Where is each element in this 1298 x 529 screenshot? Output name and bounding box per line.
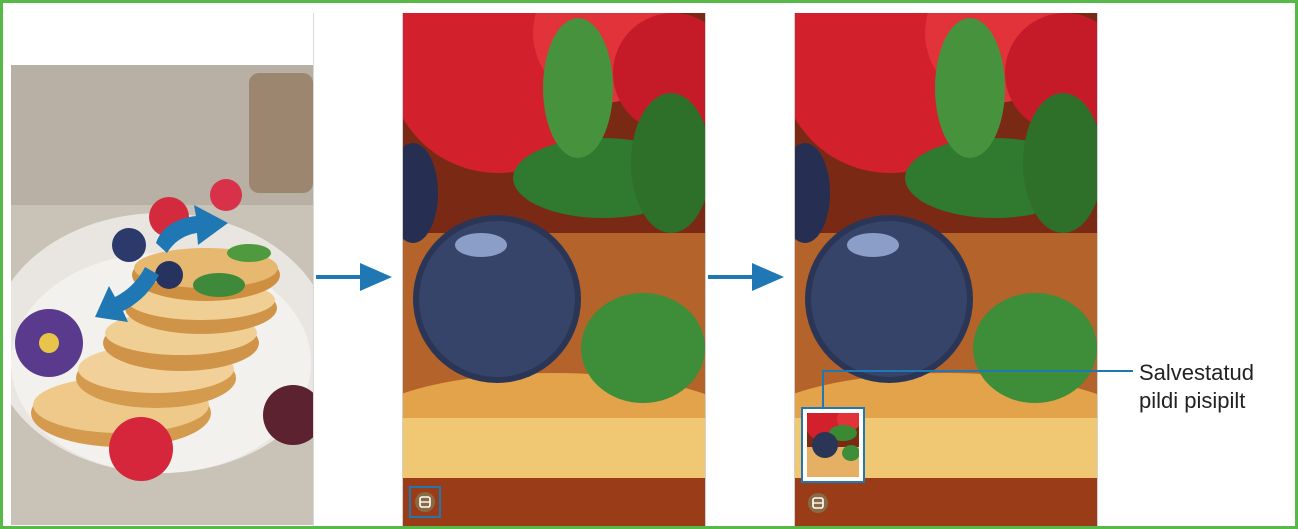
next-step-arrow-icon xyxy=(708,263,784,291)
capture-icon xyxy=(808,493,828,513)
phone-screen-original xyxy=(11,13,314,529)
phone-screen-captured xyxy=(794,13,1098,526)
thumbnail-image xyxy=(805,405,861,477)
instruction-figure: Salvestatud pildi pisipilt xyxy=(0,0,1298,529)
saved-image-thumbnail[interactable] xyxy=(801,405,865,483)
zoomed-photo[interactable] xyxy=(403,13,705,529)
next-step-arrow-icon xyxy=(316,263,392,291)
callout-line xyxy=(822,370,1133,407)
callout-label: Salvestatud pildi pisipilt xyxy=(1139,359,1295,415)
pancake-photo[interactable] xyxy=(11,13,313,529)
capture-button[interactable] xyxy=(409,486,441,518)
callout-label-line2: pildi pisipilt xyxy=(1139,388,1246,413)
phone-screen-zoomed xyxy=(402,13,706,529)
capture-icon xyxy=(415,492,435,512)
callout-label-line1: Salvestatud xyxy=(1139,360,1254,385)
